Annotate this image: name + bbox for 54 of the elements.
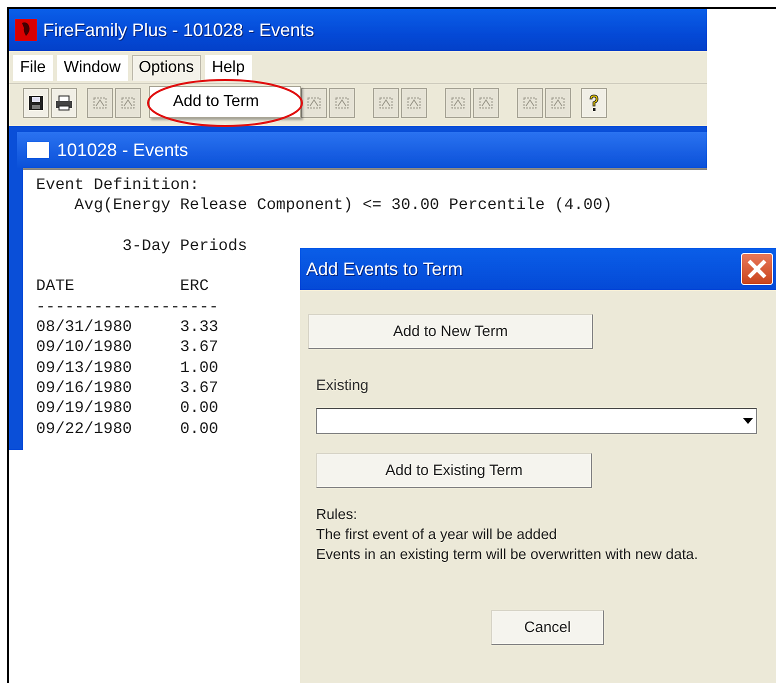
tool-icon <box>378 95 394 111</box>
toolbar-button[interactable] <box>581 88 607 118</box>
dialog-title: Add Events to Term <box>306 258 463 280</box>
toolbar-button[interactable] <box>23 88 49 118</box>
date-cell-text: 09/10/1980 <box>36 337 134 358</box>
child-window-title: 101028 - Events <box>57 140 188 160</box>
cancel-button[interactable]: Cancel <box>491 610 604 645</box>
report-line: Avg(Energy Release Component) <= 30.00 Percentile (4.00) <box>73 195 614 216</box>
date-cell-text: 08/31/1980 <box>36 317 134 338</box>
rules-text: Rules: <box>316 506 358 525</box>
add-existing-term-button[interactable]: Add to Existing Term <box>316 453 592 488</box>
add-new-term-button[interactable]: Add to New Term <box>308 314 593 349</box>
window-title: FireFamily Plus - 101028 - Events <box>43 20 314 40</box>
save-icon <box>28 95 44 111</box>
existing-dropdown[interactable] <box>316 408 757 434</box>
app-icon <box>15 19 37 41</box>
close-icon <box>746 258 768 280</box>
close-button[interactable] <box>741 253 773 285</box>
column-header: DATE <box>36 276 76 297</box>
menu-item[interactable]: Window <box>56 55 128 81</box>
erc-cell-text: 0.00 <box>180 398 220 419</box>
existing-label: Existing <box>316 377 369 394</box>
column-header: ERC <box>180 276 210 297</box>
period-heading: 3-Day Periods <box>121 236 248 256</box>
question-mark-icon <box>588 94 600 112</box>
toolbar-button[interactable] <box>51 88 77 118</box>
dropdown-arrow-icon <box>743 418 753 424</box>
tool-icon <box>92 95 108 111</box>
date-cell-text: 09/16/1980 <box>36 378 134 398</box>
rules-text: The first event of a year will be added <box>316 526 558 545</box>
erc-cell-text: 3.33 <box>180 317 220 338</box>
tool-icon <box>522 95 538 111</box>
window-icon <box>27 142 49 158</box>
date-cell-text: 09/22/1980 <box>36 418 134 439</box>
menu-item[interactable]: File <box>13 55 53 81</box>
report-line: Event Definition: <box>36 175 200 196</box>
tool-icon <box>450 95 466 111</box>
tool-icon <box>550 95 566 111</box>
menu-item[interactable]: Help <box>204 55 252 81</box>
erc-cell-text: 3.67 <box>180 337 220 358</box>
menu-item[interactable]: Options <box>132 55 201 81</box>
tool-icon <box>406 95 422 111</box>
tool-icon <box>478 95 494 111</box>
tool-icon <box>334 95 350 111</box>
rules-text: Events in an existing term will be overwritten with new data. <box>316 546 698 565</box>
separator-line: ------------------- <box>36 296 220 318</box>
erc-cell-text: 1.00 <box>180 358 220 378</box>
menu-entry[interactable]: Add to Term <box>150 93 259 111</box>
tool-icon <box>120 95 136 111</box>
date-cell-text: 09/19/1980 <box>36 398 134 419</box>
tool-icon <box>306 95 322 111</box>
printer-icon <box>55 95 73 111</box>
erc-cell-text: 0.00 <box>180 418 220 439</box>
date-cell-text: 09/13/1980 <box>36 358 134 378</box>
